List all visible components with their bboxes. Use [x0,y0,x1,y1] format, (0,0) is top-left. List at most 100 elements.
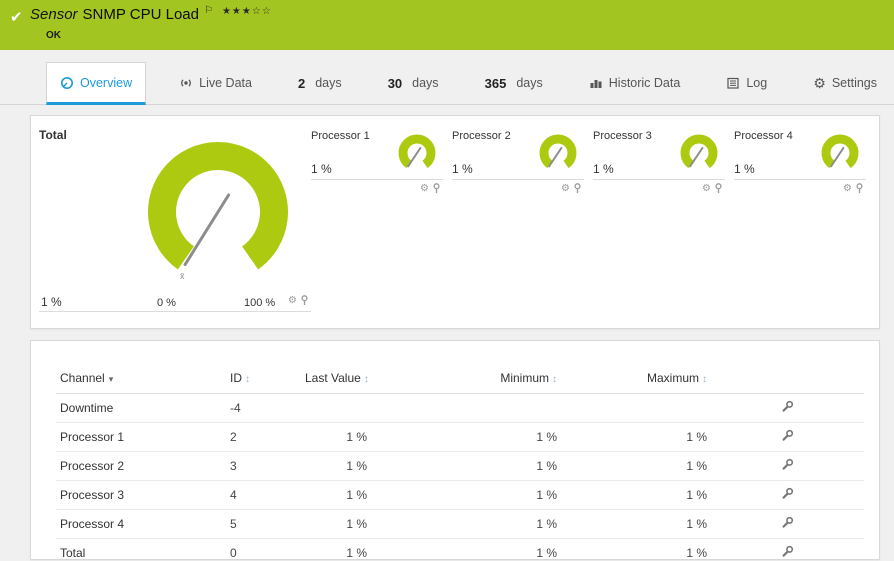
column-header-actions [711,365,864,394]
pin-icon[interactable] [714,183,723,194]
table-row: Downtime -4 [56,394,864,423]
channel-gear-icon[interactable]: ⚙ [561,183,570,194]
channel-settings-wrench-icon[interactable] [781,545,794,560]
pin-icon[interactable] [300,295,309,306]
maximum-value [561,394,711,423]
channel-id: 0 [226,539,301,561]
pin-icon[interactable] [573,183,582,194]
priority-stars[interactable]: ★★★☆☆ [222,6,272,17]
tab-label: Overview [80,76,132,90]
last-value [301,394,371,423]
tab-settings[interactable]: ⚙ Settings [800,62,890,104]
column-label: ID [230,371,242,385]
tab-historic-data[interactable]: Historic Data [576,62,694,104]
gauge-max-label: 100 % [244,297,275,309]
tab-number: 365 [485,76,507,91]
column-header-minimum[interactable]: Minimum↕ [371,365,561,394]
column-label: Last Value [305,371,361,385]
last-value: 1 % [301,452,371,481]
minimum-value: 1 % [371,452,561,481]
channel-name: Processor 1 [56,423,226,452]
sort-icon: ↕ [364,374,369,385]
channel-settings-wrench-icon[interactable] [781,429,794,445]
gauge-value: 1 % [311,162,332,176]
processor-2-gauge-block: Processor 2 1 % ⚙ [452,130,584,180]
column-header-last-value[interactable]: Last Value↕ [301,365,371,394]
column-label: Minimum [500,371,549,385]
gauges-panel: Total x̄ 1 % 0 % 100 % ⚙ Processor 1 1 % [30,115,880,329]
channel-id: 4 [226,481,301,510]
channel-gear-icon[interactable]: ⚙ [843,183,852,194]
table-row: Processor 4 5 1 % 1 % 1 % [56,510,864,539]
channel-settings-wrench-icon[interactable] [781,516,794,532]
tab-label: Settings [832,76,877,90]
sort-icon: ↕ [552,374,557,385]
channel-name: Total [56,539,226,561]
channel-settings-wrench-icon[interactable] [781,400,794,416]
broadcast-icon [179,76,193,90]
column-label: Maximum [647,371,699,385]
minimum-value: 1 % [371,510,561,539]
tab-365-days[interactable]: 365 days [472,62,556,104]
pause-flag-icon[interactable]: ⚐ [204,5,213,16]
sort-icon: ↕ [245,374,250,385]
channel-name: Downtime [56,394,226,423]
table-row: Total 0 1 % 1 % 1 % [56,539,864,561]
tab-overview[interactable]: Overview [46,62,146,105]
maximum-value: 1 % [561,539,711,561]
maximum-value: 1 % [561,481,711,510]
sort-icon: ↕ [702,374,707,385]
processor-3-gauge-block: Processor 3 1 % ⚙ [593,130,725,180]
total-gauge-block: Total x̄ 1 % 0 % 100 % ⚙ [39,128,311,312]
sensor-header: ✔ Sensor SNMP CPU Load ⚐ ★★★☆☆ OK [0,0,894,50]
tab-number: 2 [298,76,305,91]
object-kind-label: Sensor [30,6,78,23]
tab-30-days[interactable]: 30 days [375,62,452,104]
log-list-icon [726,76,740,90]
tab-live-data[interactable]: Live Data [166,62,265,104]
column-label: Channel [60,371,105,385]
channel-id: -4 [226,394,301,423]
gear-icon: ⚙ [813,76,826,90]
pin-icon[interactable] [432,183,441,194]
column-header-channel[interactable]: Channel▾ [56,365,226,394]
processor-gauge [675,133,723,177]
column-header-maximum[interactable]: Maximum↕ [561,365,711,394]
last-value: 1 % [301,481,371,510]
channels-table: Channel▾ ID↕ Last Value↕ Minimum↕ Maximu… [56,365,864,560]
channel-settings-wrench-icon[interactable] [781,458,794,474]
channel-gear-icon[interactable]: ⚙ [420,183,429,194]
table-row: Processor 2 3 1 % 1 % 1 % [56,452,864,481]
gauge-title: Total [39,128,311,142]
maximum-value: 1 % [561,452,711,481]
sensor-title: SNMP CPU Load [83,6,199,23]
channel-gear-icon[interactable]: ⚙ [702,183,711,194]
processor-gauge [816,133,864,177]
channel-gear-icon[interactable]: ⚙ [288,295,297,306]
gauge-value: 1 % [452,162,473,176]
gauge-value: 1 % [593,162,614,176]
table-row: Processor 3 4 1 % 1 % 1 % [56,481,864,510]
minimum-value: 1 % [371,539,561,561]
channel-name: Processor 3 [56,481,226,510]
tab-bar: Overview Live Data 2 days 30 days 365 da… [0,62,894,105]
gauge-icon [60,76,74,90]
last-value: 1 % [301,423,371,452]
pin-icon[interactable] [855,183,864,194]
table-row: Processor 1 2 1 % 1 % 1 % [56,423,864,452]
tab-label: days [315,76,341,90]
gauge-min-label: 0 % [157,297,176,309]
maximum-value: 1 % [561,423,711,452]
maximum-value: 1 % [561,510,711,539]
tab-label: days [516,76,542,90]
tab-log[interactable]: Log [713,62,780,104]
minimum-value [371,394,561,423]
tab-2-days[interactable]: 2 days [285,62,355,104]
tab-label: Live Data [199,76,252,90]
column-header-id[interactable]: ID↕ [226,365,301,394]
processor-gauge [534,133,582,177]
channel-settings-wrench-icon[interactable] [781,487,794,503]
channel-name: Processor 2 [56,452,226,481]
status-badge: OK [46,30,61,41]
processor-1-gauge-block: Processor 1 1 % ⚙ [311,130,443,180]
